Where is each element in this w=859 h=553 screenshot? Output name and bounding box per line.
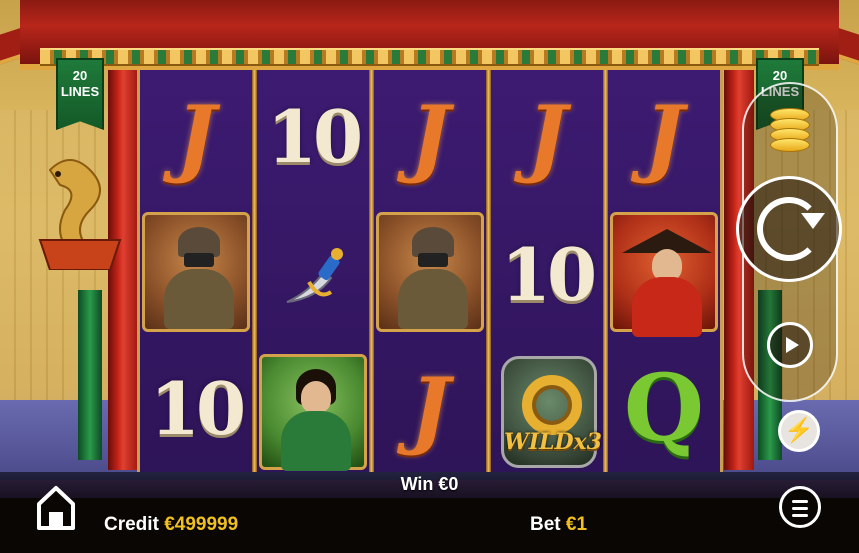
symbol-ten: 10: [493, 212, 601, 336]
coins-icon[interactable]: [770, 108, 810, 154]
symbol-ten-label: 10: [500, 231, 597, 317]
green-pillar-left: [78, 290, 102, 460]
turbo-icon: ⚡: [784, 417, 814, 444]
menu-button[interactable]: [779, 486, 821, 528]
dragon-statue-icon: [38, 159, 122, 270]
win-display: Win €0: [0, 474, 859, 495]
warrior-mask: [418, 253, 448, 267]
lady-dress: [632, 277, 702, 337]
hero-face: [301, 381, 331, 413]
symbol-ten-label: 10: [149, 365, 246, 451]
symbol-j-label: J: [410, 358, 450, 458]
symbol-warrior: [376, 212, 484, 332]
warrior-armor: [164, 269, 234, 329]
red-pillar-left: [108, 70, 138, 470]
symbol-j-label: J: [644, 86, 684, 186]
game-stage: 20 LINES 20 LINES J 10 10 J J J 10 WILDx…: [0, 0, 859, 553]
symbol-j: J: [493, 74, 601, 198]
symbol-lady: [610, 212, 718, 337]
symbol-j-label: J: [410, 86, 450, 186]
credit-display: Credit €499999: [104, 514, 238, 536]
symbol-ten: 10: [142, 346, 250, 470]
bet-label: Bet: [530, 514, 561, 535]
symbol-ten-label: 10: [266, 93, 363, 179]
spin-icon: [757, 197, 821, 261]
reel-2: 10: [257, 70, 369, 472]
symbol-q-label: Q: [623, 354, 705, 462]
symbol-dagger: [259, 212, 367, 336]
wild-multiplier-label: WILDx3: [504, 429, 602, 455]
reel-3: J J: [374, 70, 486, 472]
symbol-j: J: [610, 74, 718, 198]
dagger-icon: [286, 248, 343, 303]
lines-flag-left: 20 LINES: [56, 58, 104, 130]
bet-value: €1: [565, 514, 588, 535]
spin-button[interactable]: [736, 176, 842, 282]
home-icon[interactable]: [36, 484, 76, 532]
lines-word-left: LINES: [60, 84, 100, 99]
symbol-q: Q: [610, 346, 718, 470]
autoplay-button[interactable]: [767, 322, 813, 368]
lines-number-left: 20: [72, 68, 88, 83]
menu-icon: [792, 514, 808, 517]
credit-label: Credit: [104, 514, 159, 535]
reel-4: J 10 WILDx3: [491, 70, 603, 472]
symbol-j: J: [376, 346, 484, 470]
warrior-armor: [398, 269, 468, 329]
warrior-mask: [184, 253, 214, 267]
credit-value: €499999: [164, 514, 239, 535]
reel-grid: J 10 10 J J J 10 WILDx3 J Q: [137, 70, 723, 472]
hero-robe: [281, 411, 351, 471]
win-label: Win: [400, 474, 434, 494]
reel-1: J 10: [140, 70, 252, 472]
menu-icon: [792, 507, 808, 510]
symbol-j-label: J: [527, 86, 567, 186]
menu-icon: [792, 500, 808, 503]
roof-trim: [40, 48, 819, 66]
spin-arrow-icon: [801, 213, 825, 229]
coin: [770, 138, 810, 152]
symbol-j-label: J: [176, 86, 216, 186]
turbo-button[interactable]: ⚡: [778, 410, 820, 452]
symbol-hero: [259, 354, 367, 471]
symbol-ten: 10: [259, 74, 367, 198]
wild-serpent-icon: [522, 375, 582, 435]
symbol-wild: WILDx3: [501, 356, 602, 468]
reel-5: J Q: [608, 70, 720, 472]
bet-display[interactable]: Bet €1: [530, 514, 587, 536]
symbol-j: J: [142, 74, 250, 198]
symbol-j: J: [376, 74, 484, 198]
win-value: €0: [438, 474, 459, 494]
autoplay-icon: [786, 337, 799, 353]
symbol-warrior: [142, 212, 250, 332]
